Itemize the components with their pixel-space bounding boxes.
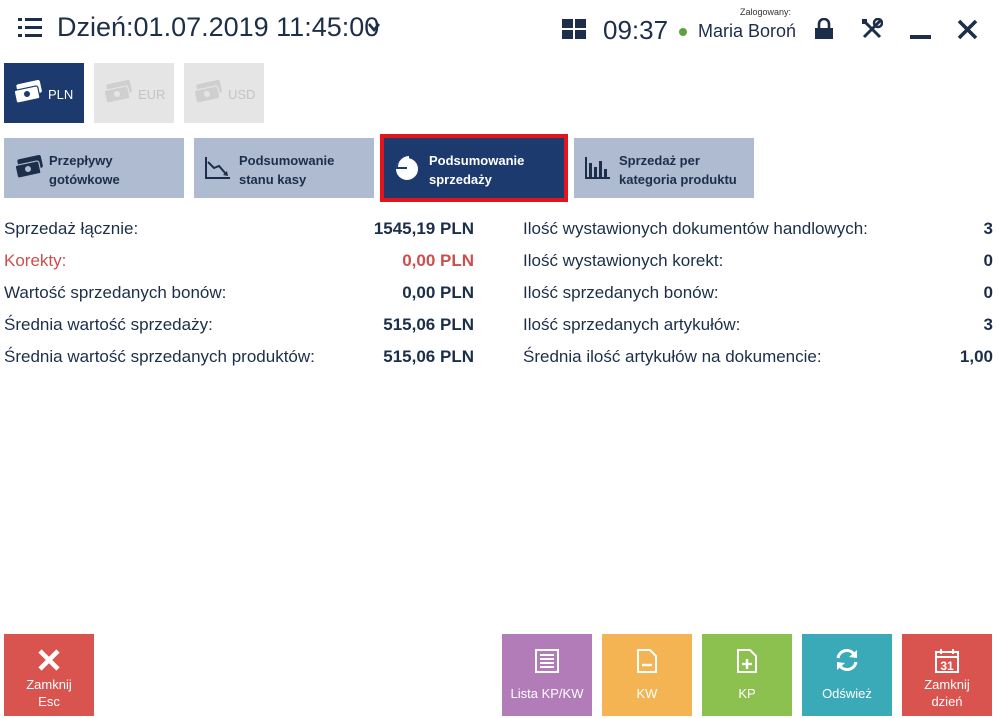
business-day-label: Dzień:01.07.2019 11:45:00	[57, 12, 380, 42]
currency-pln-button[interactable]: PLN	[4, 63, 84, 123]
close-icon	[38, 649, 60, 671]
kw-button[interactable]: KW	[602, 634, 692, 716]
tab-label-line2: sprzedaży	[429, 172, 492, 187]
stat-label: Ilość sprzedanych bonów:	[523, 283, 719, 302]
document-minus-icon	[637, 649, 657, 673]
stat-value: 1,00	[959, 347, 993, 366]
button-label: KW	[636, 686, 658, 701]
stat-value: 1545,19 PLN	[373, 219, 474, 238]
stat-label: Średnia ilość artykułów na dokumencie:	[523, 347, 822, 366]
menu-icon[interactable]	[18, 18, 42, 38]
tab-sales-summary[interactable]: Podsumowanie sprzedaży	[380, 134, 568, 202]
stat-value: 3	[983, 315, 993, 334]
online-status-dot	[679, 28, 687, 36]
currency-label: PLN	[48, 87, 74, 102]
currency-eur-button[interactable]: EUR	[94, 63, 174, 123]
currency-label: EUR	[138, 87, 166, 102]
top-bar: Dzień:01.07.2019 11:45:00 09:37 Zalogowa…	[0, 0, 999, 60]
button-label-line1: Zamknij	[924, 677, 970, 692]
refresh-button[interactable]: Odśwież	[802, 634, 892, 716]
tab-cash-flows[interactable]: Przepływy gotówkowe	[4, 138, 184, 198]
windows-grid-icon[interactable]	[562, 19, 586, 39]
lock-icon[interactable]	[814, 18, 834, 40]
stat-row-documents-count: Ilość wystawionych dokumentów handlowych…	[523, 219, 993, 243]
stat-value: 0	[983, 283, 993, 302]
currency-label: USD	[228, 87, 256, 102]
bar-chart-icon	[585, 157, 610, 179]
tab-label-line1: Podsumowanie	[429, 153, 525, 168]
chevron-down-icon[interactable]	[366, 20, 382, 34]
close-icon[interactable]	[957, 19, 978, 40]
document-plus-icon	[737, 649, 757, 673]
tab-label-line2: stanu kasy	[239, 172, 307, 187]
minimize-icon[interactable]	[910, 35, 931, 39]
stat-row-corrections-count: Ilość wystawionych korekt: 0	[523, 251, 993, 275]
stat-row-items-count: Ilość sprzedanych artykułów: 3	[523, 315, 993, 339]
money-bills-icon	[193, 80, 222, 104]
stat-value: 0,00 PLN	[402, 283, 474, 302]
money-bills-icon	[14, 155, 43, 179]
button-label-line2: dzień	[931, 694, 963, 709]
close-day-button[interactable]: 31 Zamknij dzień	[902, 634, 992, 716]
stat-label: Ilość sprzedanych artykułów:	[523, 315, 741, 334]
stat-label: Średnia wartość sprzedanych produktów:	[4, 347, 315, 366]
cash-document-list-button[interactable]: Lista KP/KW	[502, 634, 592, 716]
tab-label-line1: Sprzedaż per	[619, 153, 700, 168]
tab-label-line2: kategoria produktu	[619, 172, 737, 187]
user-name[interactable]: Maria Boroń	[698, 21, 796, 42]
stat-value: 515,06 PLN	[383, 347, 474, 366]
stat-label: Ilość wystawionych korekt:	[523, 251, 724, 270]
calendar-icon: 31	[935, 649, 959, 673]
logged-in-label: Zalogowany:	[740, 7, 792, 17]
settings-tools-icon[interactable]	[861, 18, 883, 40]
stat-label: Średnia wartość sprzedaży:	[4, 315, 213, 334]
tab-cash-summary[interactable]: Podsumowanie stanu kasy	[194, 138, 374, 198]
close-button[interactable]: Zamknij Esc	[4, 634, 94, 716]
tab-label-line1: Przepływy	[49, 153, 113, 168]
stat-value: 515,06 PLN	[383, 315, 474, 334]
stat-row-corrections: Korekty: 0,00 PLN	[4, 251, 474, 275]
button-label-line1: Zamknij	[26, 677, 72, 692]
tab-sales-by-category[interactable]: Sprzedaż per kategoria produktu	[574, 138, 754, 198]
list-document-icon	[535, 649, 559, 673]
calendar-day-number: 31	[940, 659, 954, 673]
stat-row-avg-items-per-document: Średnia ilość artykułów na dokumencie: 1…	[523, 347, 993, 371]
pie-chart-icon	[396, 156, 418, 180]
stat-label: Korekty:	[4, 251, 67, 270]
stat-value: 0,00 PLN	[402, 251, 474, 270]
stat-row-vouchers-value: Wartość sprzedanych bonów: 0,00 PLN	[4, 283, 474, 307]
refresh-icon	[836, 649, 858, 671]
button-label: Odśwież	[822, 686, 872, 701]
stat-row-avg-product-value: Średnia wartość sprzedanych produktów: 5…	[4, 347, 474, 371]
button-label: KP	[738, 686, 756, 701]
stat-value: 0	[983, 251, 993, 270]
tab-label-line1: Podsumowanie	[239, 153, 335, 168]
button-label-line2: Esc	[38, 694, 60, 709]
stat-row-total-sales: Sprzedaż łącznie: 1545,19 PLN	[4, 219, 474, 243]
stat-label: Wartość sprzedanych bonów:	[4, 283, 227, 302]
stat-label: Sprzedaż łącznie:	[4, 219, 139, 238]
currency-usd-button[interactable]: USD	[184, 63, 264, 123]
tab-label-line2: gotówkowe	[49, 172, 120, 187]
button-label: Lista KP/KW	[510, 686, 584, 701]
stat-row-avg-sale: Średnia wartość sprzedaży: 515,06 PLN	[4, 315, 474, 339]
money-bills-icon	[13, 80, 42, 104]
stat-row-vouchers-count: Ilość sprzedanych bonów: 0	[523, 283, 993, 307]
stat-label: Ilość wystawionych dokumentów handlowych…	[523, 219, 868, 238]
money-bills-icon	[103, 80, 132, 104]
stat-value: 3	[983, 219, 993, 238]
clock: 09:37	[603, 15, 669, 45]
kp-button[interactable]: KP	[702, 634, 792, 716]
line-chart-down-icon	[205, 157, 230, 179]
